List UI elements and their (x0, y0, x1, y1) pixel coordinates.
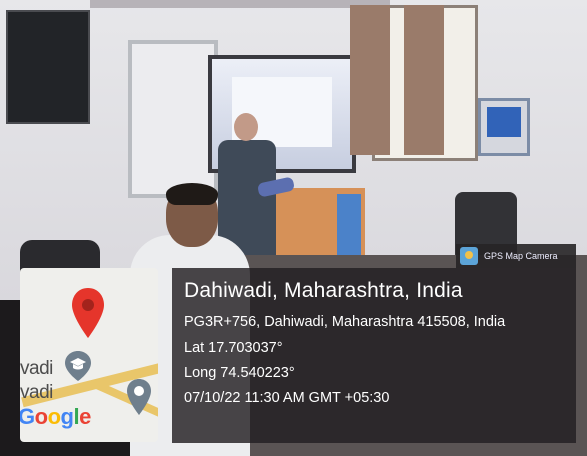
education-pin-icon (65, 351, 91, 381)
location-city: Dahiwadi, Maharashtra, India (184, 279, 463, 302)
seated-man-hair (166, 183, 218, 205)
location-latitude: Lat 17.703037° (184, 340, 283, 356)
ceiling-pipe (90, 0, 390, 8)
map-place-label: vadi (20, 358, 53, 379)
location-datetime: 07/10/22 11:30 AM GMT +05:30 (184, 390, 390, 406)
map-small-pin-icon (127, 379, 151, 415)
gps-badge-label: GPS Map Camera (484, 251, 558, 261)
gps-map-camera-icon (460, 247, 478, 265)
google-logo: Google (20, 404, 91, 429)
curtain-left (350, 5, 390, 155)
map-thumbnail: vadi vadi Google (20, 268, 158, 442)
map-pin-icon (72, 288, 104, 338)
location-longitude: Long 74.540223° (184, 365, 295, 381)
wall-monitor (478, 98, 530, 156)
map-place-label: vadi (20, 382, 53, 403)
speaker-head (234, 113, 258, 141)
curtain-right (404, 5, 444, 155)
location-address: PG3R+756, Dahiwadi, Maharashtra 415508, … (184, 314, 506, 330)
wall-tv (6, 10, 90, 124)
whiteboard (128, 40, 218, 198)
gps-map-camera-badge: GPS Map Camera (456, 244, 576, 268)
